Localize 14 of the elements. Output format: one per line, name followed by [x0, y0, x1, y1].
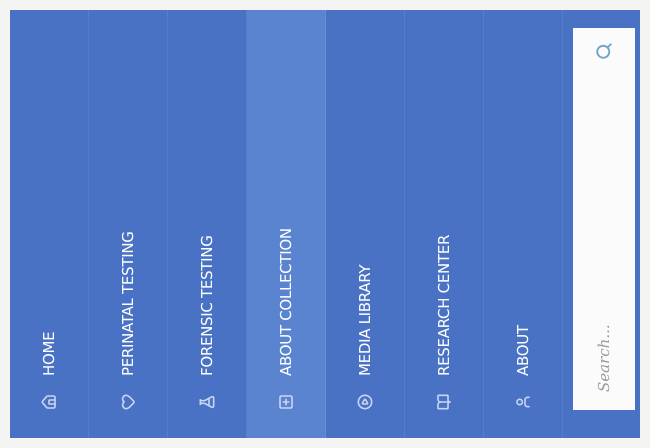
menu-item[interactable]: MEDIA LIBRARY: [326, 10, 405, 438]
flask-icon: [199, 394, 215, 410]
play-icon: [357, 394, 373, 410]
menu-item[interactable]: RESEARCH CENTER: [405, 10, 484, 438]
menu-item[interactable]: PERINATAL TESTING: [89, 10, 168, 438]
menu-item[interactable]: HOME: [10, 10, 89, 438]
plus-square-icon: [278, 394, 294, 410]
menu-item[interactable]: ABOUT: [484, 10, 563, 438]
search-icon[interactable]: [595, 42, 613, 60]
menu-item[interactable]: ABOUT COLLECTION: [247, 10, 326, 438]
book-icon: [436, 394, 452, 410]
home-icon: [41, 394, 57, 410]
search-field[interactable]: Search...: [573, 28, 635, 410]
heart-icon: [120, 394, 136, 410]
